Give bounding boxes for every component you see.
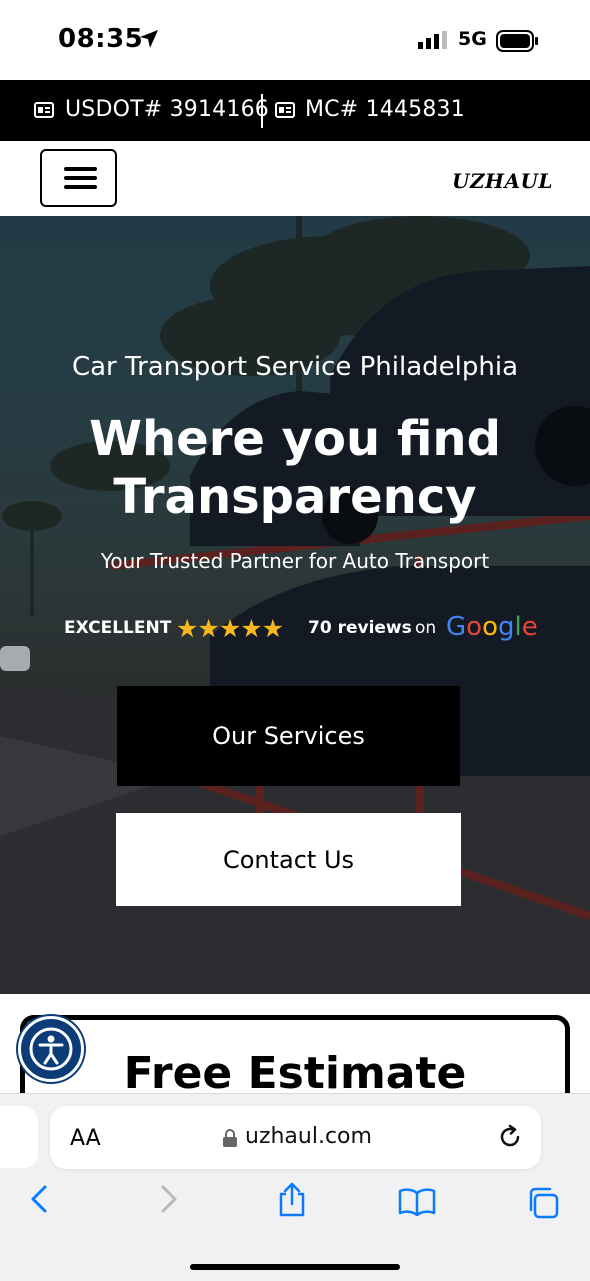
- hamburger-icon-bar: [64, 176, 97, 180]
- address-bar[interactable]: AA uzhaul.com: [50, 1106, 541, 1169]
- site-header: UZHAUL: [0, 141, 590, 216]
- star-rating-icon: ★★★★★: [176, 615, 284, 643]
- battery-icon: [496, 30, 538, 52]
- bookmarks-icon[interactable]: [398, 1188, 436, 1216]
- hamburger-icon: [64, 167, 97, 171]
- license-bar: USDOT# 3914166 MC# 1445831: [0, 80, 590, 141]
- contact-us-button[interactable]: Contact Us: [116, 813, 461, 906]
- previous-tab-preview[interactable]: [0, 1106, 38, 1168]
- status-bar: 08:35 5G: [0, 0, 590, 80]
- reload-icon[interactable]: [497, 1124, 523, 1150]
- rating-label: EXCELLENT: [64, 618, 172, 638]
- location-arrow-icon: [140, 30, 158, 48]
- text-size-button[interactable]: AA: [70, 1126, 101, 1151]
- our-services-button[interactable]: Our Services: [117, 686, 460, 786]
- accessibility-icon: [29, 1027, 73, 1071]
- google-logo: Google: [446, 612, 538, 642]
- network-type: 5G: [458, 28, 487, 50]
- mc-number: MC# 1445831: [305, 97, 465, 122]
- id-card-icon: [275, 102, 295, 118]
- site-logo[interactable]: UZHAUL: [452, 169, 553, 193]
- hero-tagline: Car Transport Service Philadelphia: [71, 352, 519, 382]
- review-on-label: on: [415, 618, 437, 638]
- tabs-icon[interactable]: [526, 1186, 560, 1220]
- hamburger-icon-bar: [64, 185, 97, 189]
- signal-strength-icon: [418, 31, 447, 49]
- google-rating[interactable]: EXCELLENT ★★★★★ 70 reviews on Google: [0, 612, 590, 646]
- menu-button[interactable]: [40, 149, 117, 207]
- forward-icon[interactable]: [156, 1184, 180, 1214]
- hero-section: Car Transport Service Philadelphia Where…: [0, 216, 590, 994]
- free-estimate-title: Free Estimate: [123, 1048, 467, 1099]
- browser-toolbar: AA uzhaul.com: [0, 1093, 590, 1281]
- status-time: 08:35: [58, 24, 144, 54]
- review-count: 70 reviews: [308, 618, 412, 638]
- id-card-icon: [34, 102, 54, 118]
- url-text[interactable]: uzhaul.com: [245, 1124, 372, 1149]
- accessibility-button[interactable]: [18, 1016, 84, 1082]
- home-indicator[interactable]: [190, 1264, 400, 1270]
- lock-icon: [223, 1129, 237, 1147]
- license-divider: [261, 94, 263, 128]
- hero-title: Where you find Transparency: [89, 411, 501, 525]
- back-icon[interactable]: [28, 1184, 52, 1214]
- usdot-number: USDOT# 3914166: [65, 97, 269, 122]
- hero-subtitle: Your Trusted Partner for Auto Transport: [100, 549, 490, 573]
- share-icon[interactable]: [276, 1182, 308, 1218]
